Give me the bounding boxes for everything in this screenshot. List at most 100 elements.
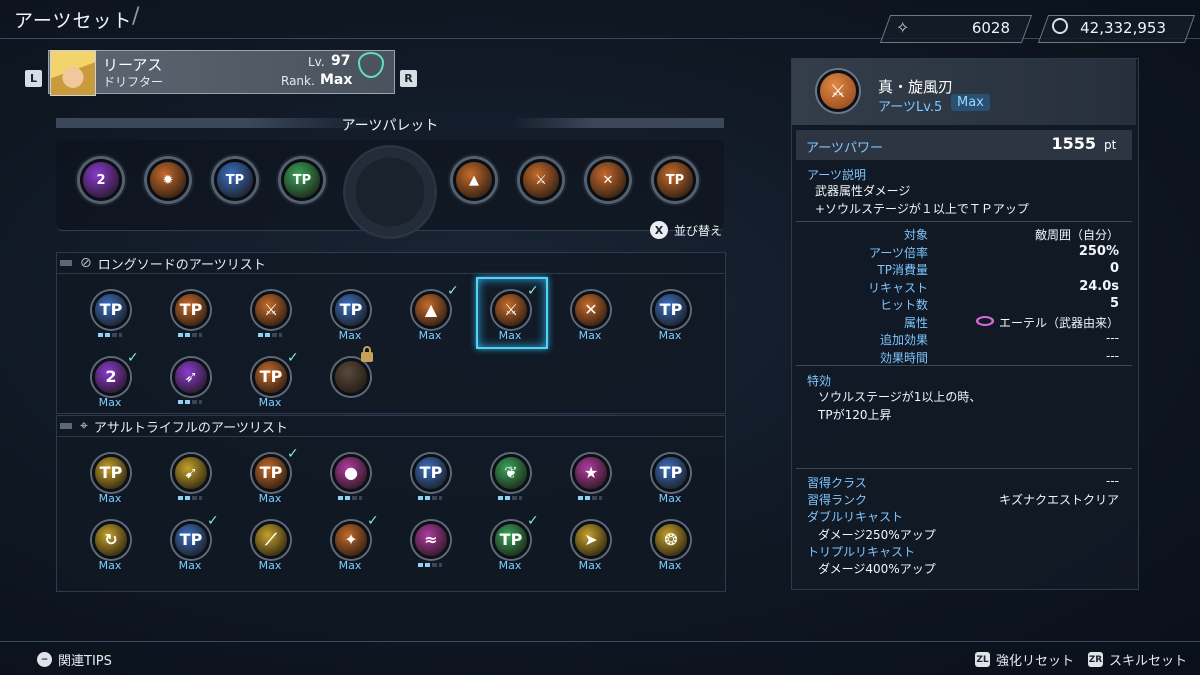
art-list-item[interactable]: ≈ (395, 513, 465, 583)
art-level-bar (98, 333, 122, 337)
stat-label: アーツ倍率 (868, 245, 928, 260)
art-list-item[interactable]: TP (395, 446, 465, 516)
tp-shield-icon[interactable]: TP (281, 159, 323, 201)
art-list-item[interactable]: ▲ Max ✓ (395, 283, 465, 353)
equipped-check-icon: ✓ (207, 513, 219, 529)
art-desc-line2: +ソウルステージが１以上でＴＰアップ (815, 202, 1029, 216)
art-glyph: ⚔ (263, 300, 279, 319)
currency-a-value: 6028 (971, 19, 1010, 37)
art-glyph: ✦ (344, 530, 358, 549)
art-glyph: ▲ (424, 300, 438, 319)
whirl-blade-icon[interactable]: ⚔ (520, 159, 562, 201)
trait-line1: ソウルステージが1以上の時、 (818, 390, 982, 404)
learn-class-label: 習得クラス (807, 476, 867, 490)
art-glyph: TP (259, 367, 283, 386)
art-list-item[interactable]: ❂ Max (635, 513, 705, 583)
stat-value: --- (1106, 331, 1119, 345)
tips-hint[interactable]: − 関連TIPS (37, 650, 112, 669)
shoulder-left-button[interactable]: L (25, 70, 42, 87)
art-list-item[interactable]: TP Max ✓ (155, 513, 225, 583)
art-level-bar (178, 333, 202, 337)
tp-arrow-up-icon: TP (412, 454, 450, 492)
art-glyph: ➤ (584, 530, 598, 549)
art-level-bar (418, 496, 442, 500)
level-label: Lv. (308, 55, 325, 69)
art-list-item[interactable]: ➶ (155, 350, 225, 420)
art-list-item[interactable]: TP (75, 283, 145, 353)
tp-flower-icon[interactable]: TP (654, 159, 696, 201)
art-glyph: ↻ (104, 530, 118, 549)
compass-icon: ✧ (896, 18, 910, 37)
art-level: アーツLv.5 (878, 100, 943, 115)
art-level-max: Max (98, 492, 122, 505)
art-list-item[interactable]: ↻ Max (75, 513, 145, 583)
longsword-list-title: ロングソードのアーツリスト (97, 257, 266, 273)
art-list-item[interactable]: ● (315, 446, 385, 516)
art-list-item[interactable]: TP Max ✓ (475, 513, 545, 583)
rank-value: Max (320, 72, 353, 88)
whirl-blade-icon: ⚔ (817, 70, 859, 112)
art-list-item[interactable]: TP Max (635, 446, 705, 516)
art-list-item[interactable]: ★ (555, 446, 625, 516)
divider (796, 365, 1132, 366)
shoulder-right-button[interactable]: R (400, 70, 417, 87)
art-list-item[interactable]: ➤ Max (555, 513, 625, 583)
art-list-item[interactable]: TP Max (635, 283, 705, 353)
art-list-item[interactable]: ⟋ Max (235, 513, 305, 583)
orbs-icon: ❂ (652, 521, 690, 559)
art-list-item[interactable]: TP Max (75, 446, 145, 516)
tips-label: 関連TIPS (58, 654, 112, 669)
art-level-bar (418, 563, 442, 567)
equipped-check-icon: ✓ (127, 350, 139, 366)
art-list-item[interactable]: TP Max (315, 283, 385, 353)
dome-icon[interactable]: ▲ (453, 159, 495, 201)
art-level-max: Max (418, 329, 442, 342)
longsword-list-header: ⊘ ロングソードのアーツリスト (56, 253, 724, 274)
art-level-max: Max (258, 559, 282, 572)
sort-x-button-icon[interactable]: X (650, 221, 668, 239)
burst-icon[interactable]: ✹ (147, 159, 189, 201)
aether-attribute-icon (974, 316, 996, 326)
divider (796, 221, 1132, 222)
enhance-reset-hint[interactable]: ZL 強化リセット (975, 650, 1074, 669)
tp-edge-icon: TP (172, 521, 210, 559)
art-glyph: TP (419, 463, 443, 482)
cross-slash-icon[interactable]: ✕ (587, 159, 629, 201)
art-glyph: ❂ (664, 530, 678, 549)
art-list-item[interactable]: ⚔ (235, 283, 305, 353)
palette-title: アーツパレット (341, 118, 439, 134)
art-power-label: アーツパワー (806, 141, 883, 156)
swirl-2-icon[interactable]: 2 (80, 159, 122, 201)
art-glyph: TP (659, 463, 683, 482)
art-list-item[interactable]: TP Max ✓ (235, 446, 305, 516)
palette-header-bar-right (508, 118, 724, 128)
rifle-shot-icon: ➹ (172, 454, 210, 492)
double-recast-value: ダメージ250%アップ (818, 528, 936, 542)
longsword-disabled-icon: ⊘ (80, 255, 92, 271)
art-list-item[interactable]: ✕ Max (555, 283, 625, 353)
skill-set-hint[interactable]: ZR スキルセット (1088, 650, 1187, 669)
art-list-item[interactable]: TP (155, 283, 225, 353)
stat-label: 対象 (903, 228, 928, 242)
title-slash-divider: / (132, 4, 140, 29)
art-list-item[interactable]: 2 Max ✓ (75, 350, 145, 420)
sort-label[interactable]: 並び替え (674, 222, 722, 239)
art-list-item[interactable]: ✦ Max ✓ (315, 513, 385, 583)
zl-button-icon: ZL (975, 652, 990, 667)
tp-rifle-icon: TP (252, 454, 290, 492)
triple-recast-value: ダメージ400%アップ (818, 562, 936, 576)
art-list-item[interactable]: ❦ (475, 446, 545, 516)
art-level-max: Max (578, 559, 602, 572)
art-glyph: ➹ (184, 463, 198, 482)
art-list-item[interactable]: ➹ (155, 446, 225, 516)
art-list-item[interactable]: TP Max ✓ (235, 350, 305, 420)
art-list-item[interactable]: ⚔ Max ✓ (475, 277, 548, 353)
tp-blade-icon[interactable]: TP (214, 159, 256, 201)
character-name: リーアス (103, 56, 163, 74)
art-level-max: Max (178, 559, 202, 572)
wave-icon: ≈ (412, 521, 450, 559)
art-list-item[interactable] (315, 346, 385, 420)
stat-label: リキャスト (867, 280, 928, 295)
stat-label: TP消費量 (877, 263, 928, 277)
tp-heart-icon: TP (652, 291, 690, 329)
